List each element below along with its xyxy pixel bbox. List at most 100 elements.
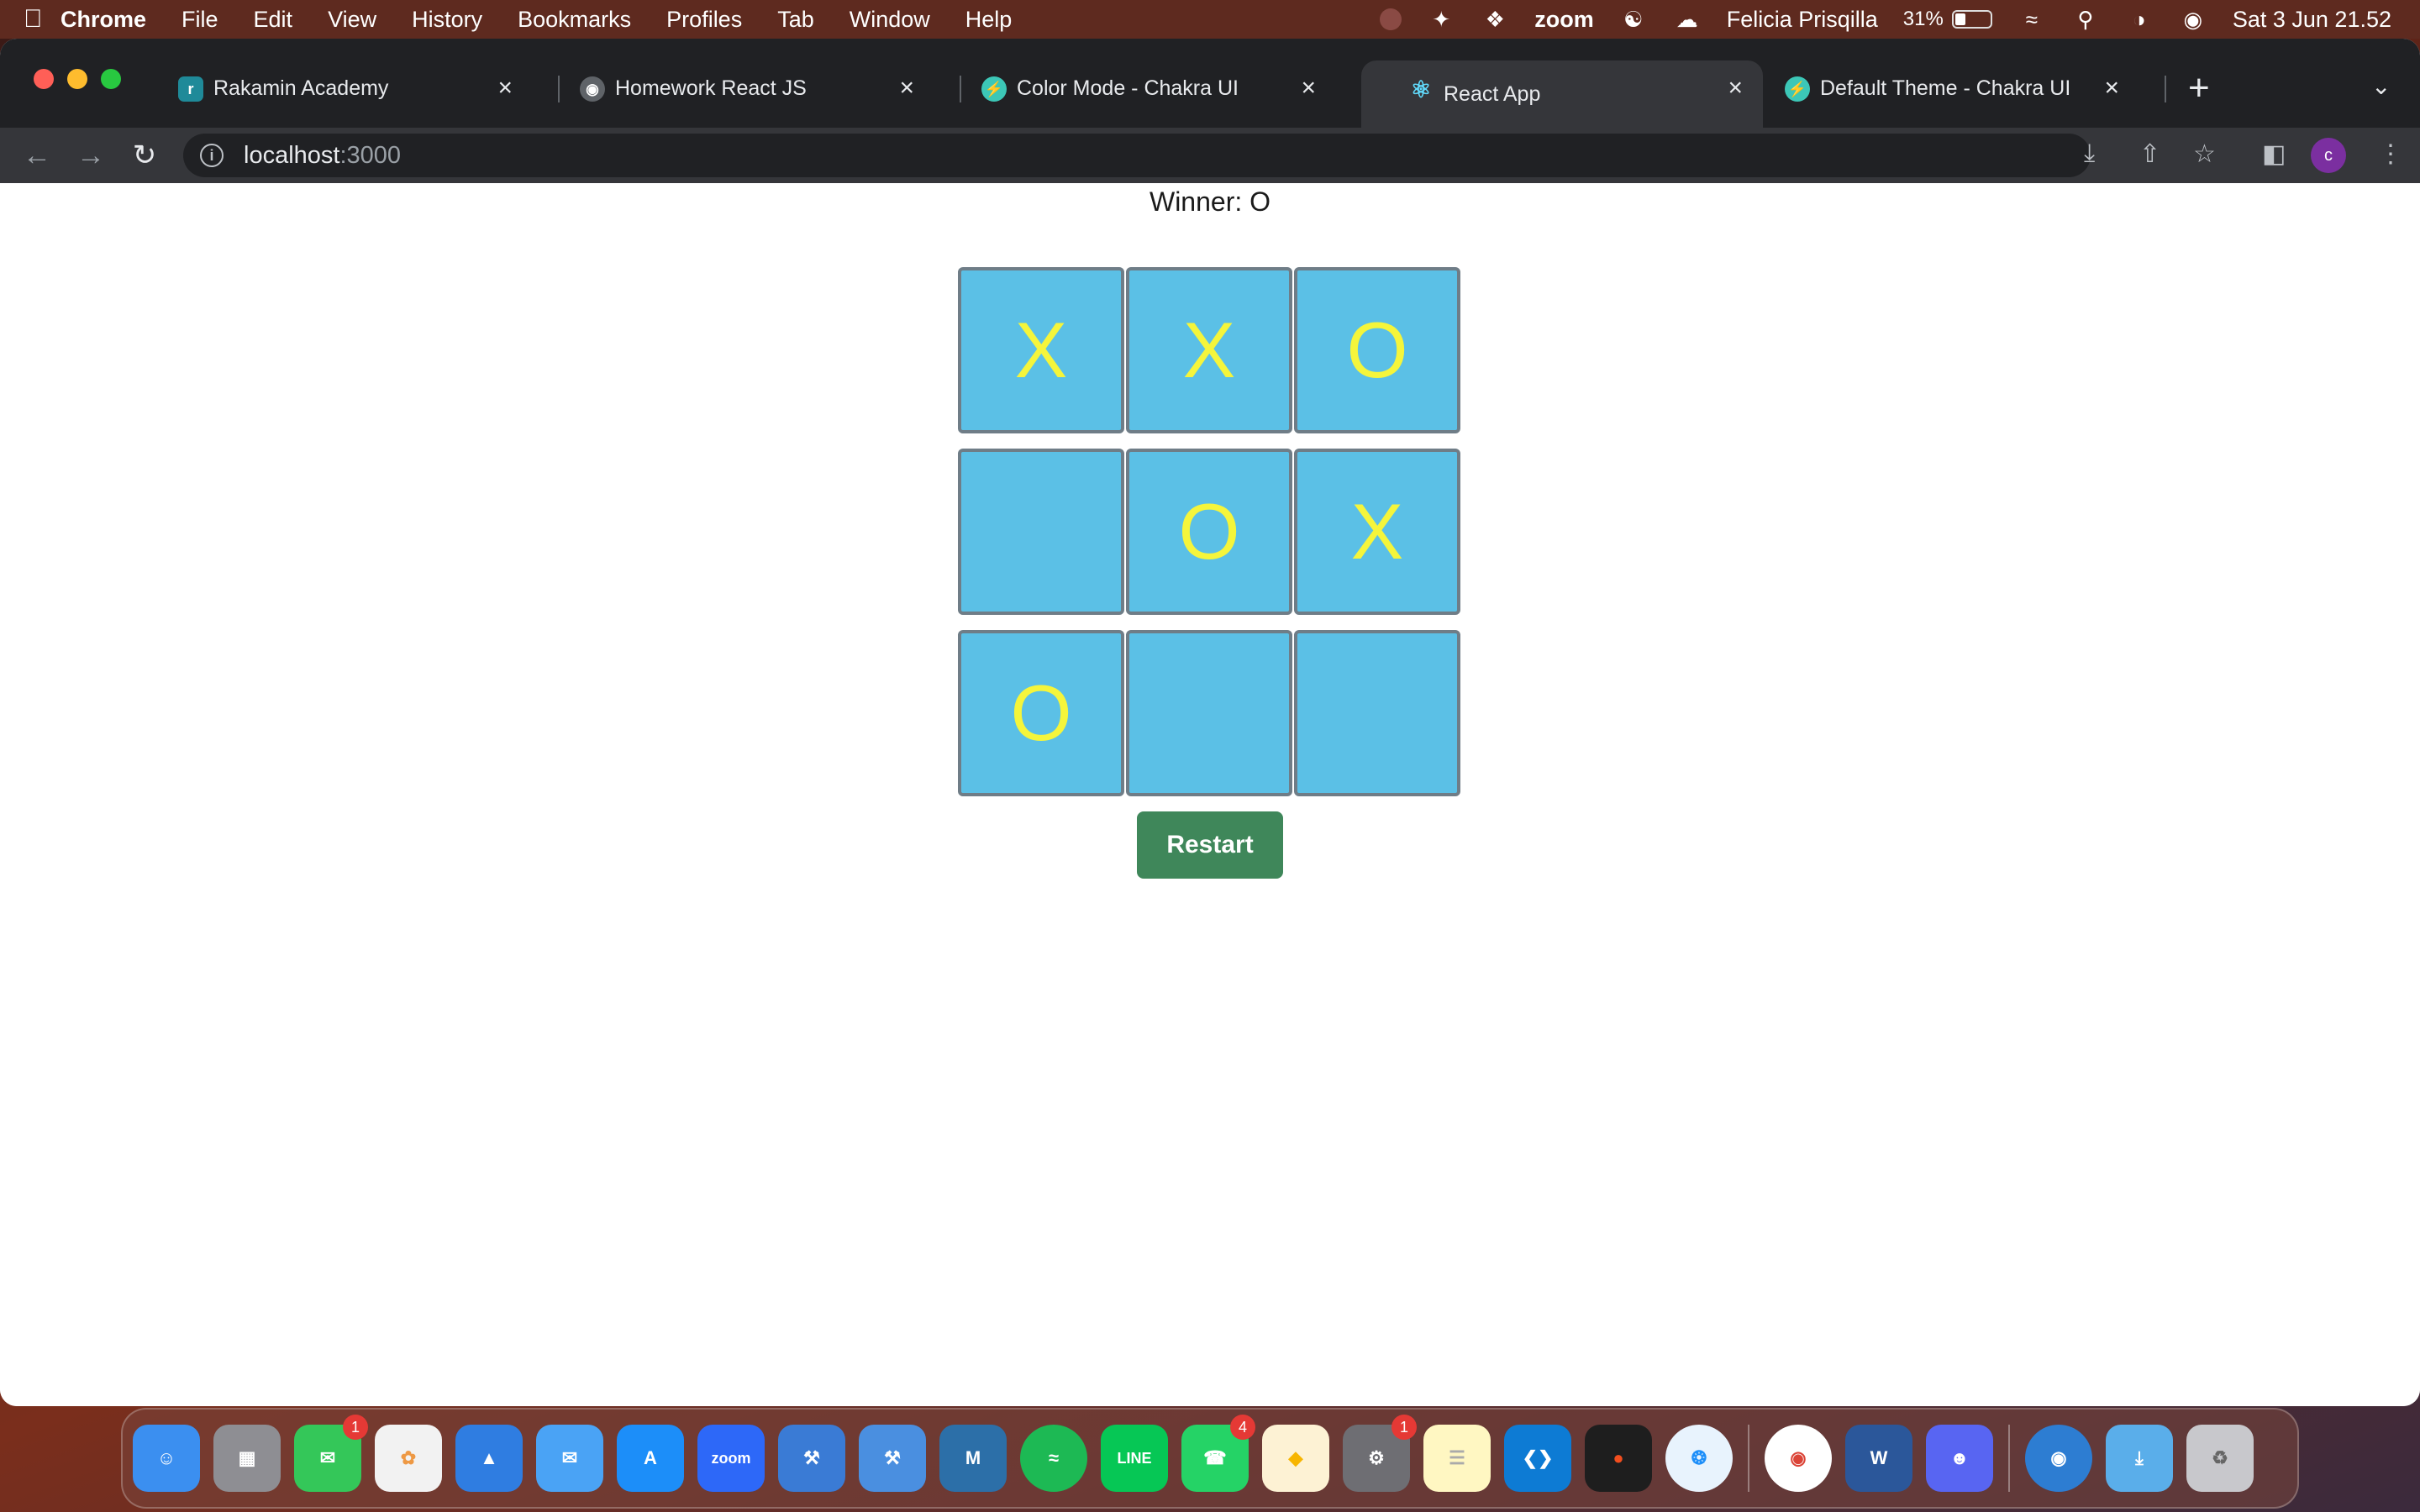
record-icon[interactable] [1380, 8, 1402, 30]
menu-view[interactable]: View [328, 7, 376, 33]
tab-title: Homework React JS [615, 76, 807, 100]
vscode-icon[interactable]: ❮❯ [1504, 1425, 1571, 1492]
dropbox-icon[interactable]: ❖ [1481, 7, 1509, 32]
board-square[interactable]: O [958, 630, 1124, 796]
menu-clock[interactable]: Sat 3 Jun 21.52 [2233, 7, 2391, 33]
zoom-app-icon[interactable]: zoom [697, 1425, 765, 1492]
control-center-icon[interactable]: ◑ [2125, 7, 2154, 32]
close-window-button[interactable] [34, 69, 54, 89]
tab-react-app[interactable]: ⚛ React App × [1361, 60, 1763, 128]
new-tab-icon[interactable]: + [2188, 67, 2210, 109]
xcode-simulator-icon[interactable]: ⚒ [778, 1425, 845, 1492]
board-square[interactable] [958, 449, 1124, 615]
share-icon[interactable]: ⇧ [2139, 139, 2160, 169]
notes-icon[interactable]: ☰ [1423, 1425, 1491, 1492]
close-tab-icon[interactable]: × [2104, 74, 2119, 102]
side-panel-icon[interactable]: ◧ [2262, 139, 2286, 169]
figma-icon[interactable]: ☯ [1619, 7, 1648, 32]
react-icon: ⚛ [1410, 76, 1432, 102]
menu-tab[interactable]: Tab [777, 7, 814, 33]
close-tab-icon[interactable]: × [1301, 74, 1316, 102]
messages-icon[interactable]: ✉ 1 [294, 1415, 368, 1492]
more-menu-icon[interactable]: ⋮ [2378, 139, 2403, 169]
whatsapp-badge: 4 [1230, 1415, 1255, 1440]
keynote-icon[interactable]: ▲ [455, 1425, 523, 1492]
elephant-icon[interactable]: ☁ [1673, 7, 1702, 32]
mail-icon[interactable]: ✉ [536, 1425, 603, 1492]
menu-window[interactable]: Window [850, 7, 930, 33]
menu-file[interactable]: File [182, 7, 218, 33]
browser-window: r Rakamin Academy × ◉ Homework React JS … [0, 39, 2420, 1406]
app-store-icon[interactable]: A [617, 1425, 684, 1492]
restart-button[interactable]: Restart [1137, 811, 1283, 879]
system-settings-icon[interactable]: ⚙ 1 [1343, 1415, 1417, 1492]
downloads-folder-icon[interactable]: ⤓ [2106, 1425, 2173, 1492]
tab-default-theme-chakra[interactable]: ⚡ Default Theme - Chakra UI × [1738, 60, 2139, 116]
tab-strip: r Rakamin Academy × ◉ Homework React JS … [0, 39, 2420, 128]
figma-app-icon[interactable]: ● [1585, 1425, 1652, 1492]
rakamin-icon: r [178, 76, 203, 102]
menu-bookmarks[interactable]: Bookmarks [518, 7, 631, 33]
zoom-status[interactable]: zoom [1534, 7, 1594, 33]
forward-arrow-icon[interactable]: → [74, 139, 108, 171]
apple-menu-icon[interactable]:  [24, 5, 60, 34]
page-viewport: Winner: O X X O O X O Restart [0, 183, 2420, 1406]
spotify-icon[interactable]: ≈ [1020, 1425, 1087, 1492]
bookmark-star-icon[interactable]: ☆ [2193, 139, 2216, 169]
site-info-icon[interactable]: i [200, 144, 224, 167]
xcode-icon[interactable]: ⚒ [859, 1425, 926, 1492]
finder-icon[interactable]: ☺ [133, 1425, 200, 1492]
tab-search-chevron-icon[interactable]: ⌄ [2371, 72, 2391, 100]
settings-badge: 1 [1392, 1415, 1417, 1440]
siri-icon[interactable]: ◉ [2179, 7, 2207, 32]
photos-icon[interactable]: ✿ [375, 1425, 442, 1492]
klack-icon[interactable]: ✦ [1427, 7, 1455, 32]
tab-rakamin-academy[interactable]: r Rakamin Academy × [131, 60, 533, 116]
board-square[interactable]: X [1294, 449, 1460, 615]
discord-icon[interactable]: ☻ [1926, 1425, 1993, 1492]
tic-tac-toe-board: X X O O X O [958, 267, 1462, 811]
tab-homework-react[interactable]: ◉ Homework React JS × [533, 60, 934, 116]
globe-app-icon[interactable]: ◉ [2025, 1425, 2092, 1492]
spotlight-search-icon[interactable]: ⚲ [2071, 7, 2100, 32]
line-icon[interactable]: LINE [1101, 1425, 1168, 1492]
board-row: O [958, 630, 1462, 796]
menu-bar:  Chrome File Edit View History Bookmark… [0, 0, 2420, 39]
launchpad-icon[interactable]: ▦ [213, 1425, 281, 1492]
zoom-window-button[interactable] [101, 69, 121, 89]
word-icon[interactable]: W [1845, 1425, 1912, 1492]
trash-icon[interactable]: ♻ [2186, 1425, 2254, 1492]
safari-icon[interactable]: ❂ [1665, 1425, 1733, 1492]
tab-color-mode-chakra[interactable]: ⚡ Color Mode - Chakra UI × [934, 60, 1336, 116]
sketch-icon[interactable]: ◆ [1262, 1425, 1329, 1492]
messages-badge: 1 [343, 1415, 368, 1440]
user-name[interactable]: Felicia Prisqilla [1727, 7, 1878, 33]
board-square[interactable]: O [1126, 449, 1292, 615]
status-menus: ✦ ❖ zoom ☯ ☁ Felicia Prisqilla 31% ≈ ⚲ ◑… [1355, 0, 2391, 39]
menu-help[interactable]: Help [965, 7, 1013, 33]
chrome-icon[interactable]: ◉ [1765, 1425, 1832, 1492]
address-bar[interactable]: i localhost:3000 [183, 134, 2091, 177]
board-square[interactable] [1126, 630, 1292, 796]
menu-edit[interactable]: Edit [254, 7, 293, 33]
battery-fill [1954, 13, 1965, 25]
menu-history[interactable]: History [412, 7, 482, 33]
board-square[interactable]: O [1294, 267, 1460, 433]
reload-icon[interactable]: ↻ [128, 139, 161, 171]
board-square[interactable] [1294, 630, 1460, 796]
whatsapp-icon[interactable]: ☎ 4 [1181, 1415, 1255, 1492]
install-app-icon[interactable]: ⤓ [2084, 139, 2095, 168]
menu-profiles[interactable]: Profiles [666, 7, 742, 33]
mysql-workbench-icon[interactable]: M [939, 1425, 1007, 1492]
back-arrow-icon[interactable]: ← [20, 139, 54, 171]
minimize-window-button[interactable] [67, 69, 87, 89]
tab-separator [2165, 76, 2166, 102]
close-tab-icon[interactable]: × [899, 74, 914, 102]
menu-app-name[interactable]: Chrome [60, 7, 146, 33]
board-square[interactable]: X [1126, 267, 1292, 433]
wifi-icon[interactable]: ≈ [2018, 7, 2046, 32]
close-tab-icon[interactable]: × [497, 74, 513, 102]
battery-status[interactable]: 31% [1903, 8, 1992, 31]
board-square[interactable]: X [958, 267, 1124, 433]
profile-avatar[interactable]: c [2311, 138, 2346, 173]
